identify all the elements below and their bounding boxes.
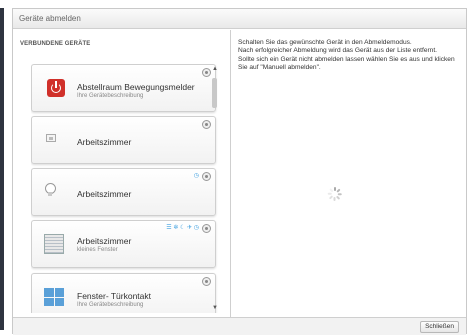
device-name: Arbeitszimmer (77, 236, 132, 246)
device-name: Abstellraum Bewegungsmelder (77, 82, 195, 92)
status-icons: ☰ ✲ ☾ ✈ ◷ (166, 225, 199, 231)
device-description: Ihre Gerätebeschreibung (77, 302, 144, 308)
device-name: Arbeitszimmer (77, 189, 132, 199)
device-description: kleines Fenster (77, 247, 118, 253)
instruction-line: Sollte sich ein Gerät nicht abmelden las… (238, 55, 455, 71)
device-card[interactable]: ☰ ✲ ☾ ✈ ◷ Arbeitszimmer kleines Fenster (31, 220, 216, 268)
background-edge (0, 0, 8, 336)
instructions-text: Schalten Sie das gewünschte Gerät in den… (238, 39, 464, 72)
bulb-icon (45, 183, 56, 196)
device-name: Arbeitszimmer (77, 137, 132, 147)
device-list: Abstellraum Bewegungsmelder Ihre Geräteb… (31, 64, 220, 313)
close-button[interactable]: Schließen (420, 321, 459, 333)
device-card[interactable]: ◷ Arbeitszimmer (31, 168, 216, 216)
device-card[interactable]: Fenster- Türkontakt Ihre Gerätebeschreib… (31, 273, 216, 313)
instruction-line: Schalten Sie das gewünschte Gerät in den… (238, 39, 412, 46)
unregister-devices-dialog: Geräte abmelden VERBUNDENE GERÄTE Abstel… (12, 8, 467, 335)
power-icon (47, 79, 65, 97)
dialog-title: Geräte abmelden (19, 14, 81, 23)
window-shutter-icon (44, 234, 64, 254)
scroll-thumb[interactable] (212, 78, 217, 108)
device-description: Ihre Gerätebeschreibung (77, 93, 144, 99)
window-tile-icon (44, 288, 64, 306)
status-icons: ◷ (193, 173, 199, 179)
background-bar (0, 8, 4, 330)
info-pane: Schalten Sie das gewünschte Gerät in den… (235, 30, 467, 317)
dialog-footer: Schließen (13, 317, 466, 335)
loading-spinner-icon (327, 187, 342, 201)
section-title: VERBUNDENE GERÄTE (20, 41, 91, 47)
instruction-line: Nach erfolgreicher Abmeldung wird das Ge… (238, 47, 438, 55)
device-card[interactable]: Abstellraum Bewegungsmelder Ihre Geräteb… (31, 64, 216, 112)
device-card[interactable]: Arbeitszimmer (31, 116, 216, 164)
room-icon (46, 134, 56, 142)
dialog-titlebar: Geräte abmelden (13, 9, 466, 29)
chevron-up-icon[interactable]: ▲ (212, 66, 218, 72)
device-name: Fenster- Türkontakt (77, 291, 152, 301)
connected-devices-pane: VERBUNDENE GERÄTE Abstellraum Bewegungsm… (13, 30, 231, 317)
chevron-down-icon[interactable]: ▼ (212, 305, 218, 311)
list-scrollbar[interactable]: ▲ ▼ (210, 66, 220, 315)
